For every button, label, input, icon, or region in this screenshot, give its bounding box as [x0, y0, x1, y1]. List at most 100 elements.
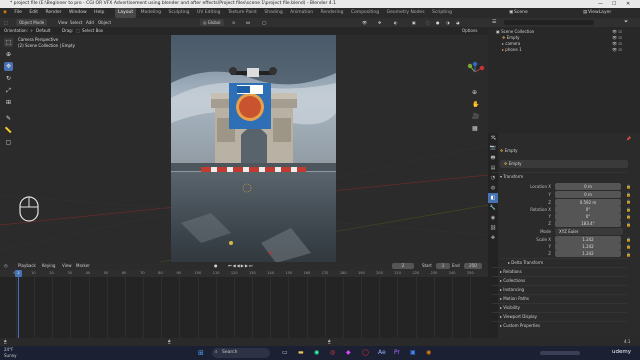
mode-dropdown[interactable]: Object Mode: [16, 19, 48, 26]
physics-tab-icon[interactable]: ◉: [488, 213, 498, 223]
orientation-dropdown[interactable]: Default: [36, 27, 51, 35]
object-tab-icon[interactable]: ◧: [488, 193, 498, 203]
modifier-tab-icon[interactable]: 🔧: [488, 203, 498, 213]
rotation-mode-dropdown[interactable]: XYZ Euler: [555, 228, 623, 235]
render-tab-icon[interactable]: 📷: [488, 143, 498, 153]
menu-edit[interactable]: Edit: [26, 8, 41, 18]
object-name[interactable]: Empty: [505, 148, 518, 153]
blender-logo-icon[interactable]: ◉: [0, 8, 10, 18]
camera-view-frame[interactable]: [171, 35, 336, 262]
frame-ruler[interactable]: 0102030405060708090100110120130140150160…: [0, 270, 488, 277]
add-cube-icon[interactable]: ▢: [4, 138, 13, 147]
menu-playback[interactable]: Playback: [18, 262, 36, 270]
close-icon[interactable]: ✕: [626, 0, 630, 8]
editor-type-icon[interactable]: ⬚: [4, 18, 8, 27]
camera-view-icon[interactable]: 🎥: [472, 113, 479, 120]
workspace-tab-compositing[interactable]: Compositing: [348, 8, 382, 18]
workspace-tab-geometry-nodes[interactable]: Geometry Nodes: [384, 8, 428, 18]
outliner-search-input[interactable]: [504, 20, 594, 25]
scale-x-field[interactable]: 1.242: [555, 236, 621, 243]
menu-select[interactable]: Select: [70, 18, 82, 27]
instancing-section[interactable]: ▸ Instancing: [492, 285, 628, 293]
measure-icon[interactable]: 📏: [4, 126, 13, 135]
premiere-icon[interactable]: Pr: [394, 349, 400, 356]
relations-section[interactable]: ▸ Relations: [492, 267, 628, 275]
workspace-tab-layout[interactable]: Layout: [114, 8, 137, 18]
scene-selector[interactable]: Scene: [514, 8, 528, 18]
workspace-tab-uv-editing[interactable]: UV Editing: [194, 8, 223, 18]
edge-browser-icon[interactable]: ◉: [314, 349, 319, 356]
workspace-tab-sculpting[interactable]: Sculpting: [166, 8, 193, 18]
search-icon[interactable]: ⌕: [494, 136, 496, 141]
proportional-edit-icon[interactable]: ◯: [262, 18, 266, 27]
opera-icon[interactable]: ◯: [362, 349, 369, 356]
playhead-frame-badge[interactable]: 2: [15, 270, 22, 277]
windows-start-icon[interactable]: ⊞: [198, 349, 204, 357]
select-box-icon[interactable]: ⬚: [4, 38, 13, 47]
transform-section-header[interactable]: ▾ Transform: [492, 172, 628, 180]
menu-file[interactable]: File: [11, 8, 25, 18]
pan-hand-icon[interactable]: ✋: [472, 101, 479, 108]
menu-add[interactable]: Add: [86, 18, 94, 27]
grid-view-icon[interactable]: ▦: [472, 125, 478, 132]
location-x-field[interactable]: 0 m: [555, 183, 621, 190]
pin-icon[interactable]: 📌: [626, 135, 631, 143]
workspace-tab-rendering[interactable]: Rendering: [318, 8, 347, 18]
rotation-x-field[interactable]: 0°: [555, 206, 621, 213]
clock-icon[interactable]: ◷: [4, 262, 8, 270]
timeline-editor[interactable]: 0102030405060708090100110120130140150160…: [0, 270, 488, 338]
workspace-tab-texture-paint[interactable]: Texture Paint: [225, 8, 260, 18]
rotation-y-field[interactable]: 0°: [555, 213, 621, 220]
rotate-icon[interactable]: ↻: [4, 74, 13, 83]
location-y-field[interactable]: 0 m: [555, 191, 621, 198]
shading-wireframe-icon[interactable]: ◌: [426, 18, 430, 27]
xray-icon[interactable]: ▣: [412, 18, 416, 27]
overlay-toggle-icon[interactable]: ◐: [394, 18, 398, 27]
file-explorer-icon[interactable]: ▬: [298, 349, 304, 356]
after-effects-icon[interactable]: Ae: [378, 349, 386, 356]
shading-material-icon[interactable]: ◑: [446, 18, 450, 27]
workspace-tab-shading[interactable]: Shading: [261, 8, 285, 18]
move-icon[interactable]: ✥: [4, 62, 13, 71]
options-dropdown[interactable]: Options: [462, 27, 477, 35]
transform-icon[interactable]: ⊞: [4, 98, 13, 107]
menu-object[interactable]: Object: [98, 18, 111, 27]
playhead-line[interactable]: [18, 270, 19, 338]
constraints-tab-icon[interactable]: ⛓: [488, 223, 498, 233]
viewport-display-section[interactable]: ▸ Viewport Display: [492, 312, 628, 320]
output-tab-icon[interactable]: 🖶: [488, 153, 498, 163]
app-2-icon[interactable]: ▣: [410, 349, 416, 356]
autokey-icon[interactable]: ●: [214, 262, 218, 270]
shading-rendered-icon[interactable]: ◕: [456, 18, 460, 27]
end-field[interactable]: 250: [464, 263, 482, 269]
workspace-tab-modeling[interactable]: Modeling: [138, 8, 164, 18]
motion-paths-section[interactable]: ▸ Motion Paths: [492, 294, 628, 302]
visibility-column[interactable]: 👁 ⊡ 👁 ⊡ 👁 ⊡ 👁 ⊡: [612, 29, 622, 53]
menu-marker[interactable]: Marker: [76, 262, 90, 270]
taskbar-search-input[interactable]: ⌕ Search: [212, 348, 270, 358]
view-layer-selector[interactable]: ViewLayer: [588, 8, 611, 18]
pivot-icon[interactable]: ⊙: [232, 18, 235, 27]
visibility-section[interactable]: ▸ Visibility: [492, 303, 628, 311]
shading-solid-icon[interactable]: ●: [436, 18, 440, 27]
data-name-field[interactable]: ✥ Empty: [500, 160, 628, 168]
location-z-field[interactable]: 0.592 m: [555, 199, 621, 206]
annotate-icon[interactable]: ✎: [4, 114, 13, 123]
drag-dropdown[interactable]: Select Box: [82, 27, 103, 35]
3d-viewport[interactable]: ⬚ ⊕ ✥ ↻ ⤢ ⊞ ✎ 📏 ▢ Camera Perspective (2)…: [0, 35, 488, 262]
menu-window[interactable]: Window: [66, 8, 90, 18]
transform-orientation-dropdown[interactable]: ◎ Global: [200, 19, 224, 26]
current-frame-field[interactable]: 2: [392, 263, 414, 269]
start-field[interactable]: 1: [436, 263, 450, 269]
gizmo-toggle-icon[interactable]: ✥: [378, 18, 381, 27]
playback-controls[interactable]: ⏮◀◀▶▶⏭: [228, 262, 254, 270]
world-tab-icon[interactable]: ◍: [488, 183, 498, 193]
weather-widget[interactable]: 24°F Sunny: [4, 347, 17, 358]
menu-help[interactable]: Help: [91, 8, 107, 18]
scale-y-field[interactable]: 1.242: [555, 243, 621, 250]
snap-icon[interactable]: ⋈: [246, 18, 250, 27]
workspace-tab-animation[interactable]: Animation: [287, 8, 316, 18]
menu-view[interactable]: View: [58, 18, 68, 27]
scale-z-field[interactable]: 1.242: [555, 250, 621, 257]
outliner-type-icon[interactable]: ☰: [492, 19, 496, 25]
